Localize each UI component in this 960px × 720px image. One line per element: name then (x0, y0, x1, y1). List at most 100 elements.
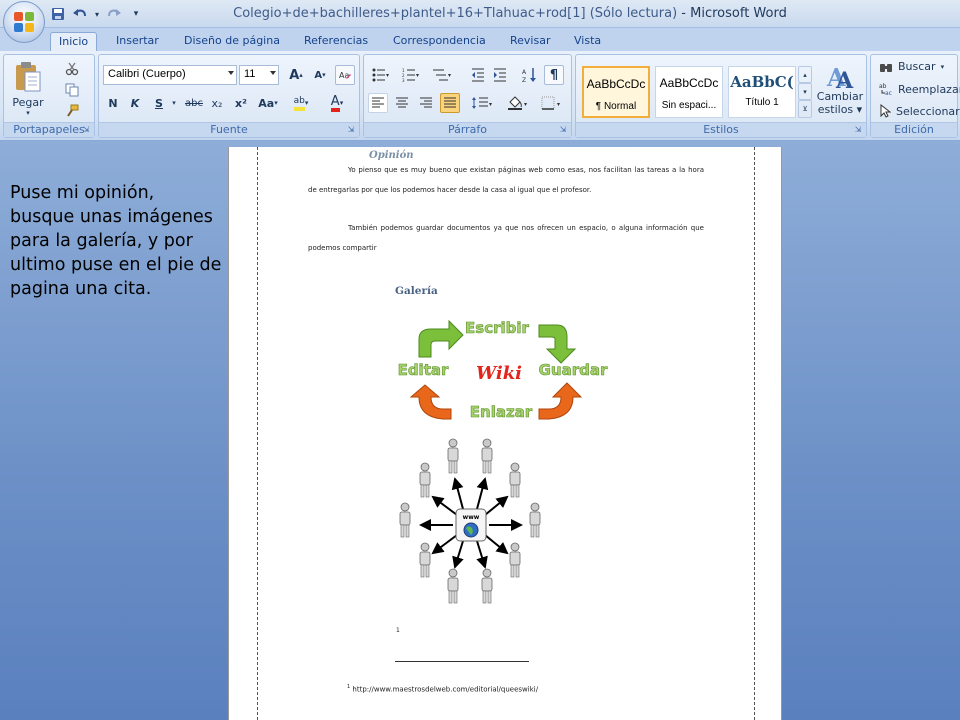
arrow-icon (418, 319, 464, 358)
strikethrough-button[interactable]: abc (183, 93, 205, 113)
paint-bucket-icon: ▾ (508, 96, 527, 110)
highlight-button[interactable]: ab ▾ (285, 93, 317, 113)
person-icon (481, 438, 493, 474)
sort-icon: AZ (522, 68, 536, 83)
tab-vista[interactable]: Vista (566, 32, 609, 52)
document-page[interactable]: Opinión Yo pienso que es muy bueno que e… (228, 147, 782, 720)
replace-button[interactable]: ab ac Reemplazar (879, 82, 960, 97)
clipboard-launcher-icon[interactable]: ⇲ (81, 125, 91, 135)
styles-more-icon[interactable]: ⊻ (798, 100, 812, 118)
binoculars-icon (880, 63, 892, 72)
cursor-icon (880, 104, 891, 118)
cycle-label-top: Escribir (465, 319, 529, 337)
change-styles-button[interactable]: AA Cambiar estilos ▾ (816, 57, 864, 121)
decrease-indent-button[interactable] (468, 65, 488, 85)
font-name-combo[interactable]: Calibri (Cuerpo) (103, 65, 237, 85)
justify-button[interactable] (440, 93, 460, 113)
svg-text:▾: ▾ (416, 72, 419, 79)
right-margin-guide (754, 147, 755, 720)
format-painter-button[interactable] (62, 101, 82, 121)
shading-button[interactable]: ▾ (504, 93, 534, 113)
align-right-button[interactable] (416, 93, 436, 113)
document-name: Colegio+de+bachilleres+plantel+16+Tlahua… (233, 6, 678, 21)
svg-text:▾: ▾ (524, 101, 527, 108)
svg-text:A: A (835, 68, 854, 90)
arrow-icon (538, 382, 583, 420)
tab-diseno-pagina[interactable]: Diseño de página (176, 32, 288, 52)
group-label-font: Fuente (99, 122, 359, 137)
style-heading-1[interactable]: AaBbC( Título 1 (728, 66, 796, 118)
numbering-button[interactable]: 1 2 3 ▾ (398, 65, 426, 85)
tab-inicio[interactable]: Inicio (50, 32, 98, 52)
style-normal[interactable]: AaBbCcDc ¶ Normal (582, 66, 650, 118)
office-logo-icon (14, 12, 35, 33)
line-spacing-button[interactable]: ▾ (468, 93, 498, 113)
find-button[interactable]: Buscar ▾ (879, 60, 944, 73)
font-color-button[interactable]: A ▾ (321, 93, 353, 113)
font-launcher-icon[interactable]: ⇲ (346, 125, 356, 135)
align-left-icon (372, 97, 384, 108)
subscript-button[interactable]: x₂ (207, 93, 227, 113)
style-name: Sin espaci... (661, 100, 717, 111)
paste-icon (16, 62, 41, 92)
tab-insertar[interactable]: Insertar (108, 32, 167, 52)
bold-button[interactable]: N (103, 93, 123, 113)
grow-font-button[interactable]: A ▴ (285, 65, 307, 85)
clear-formatting-button[interactable]: Aa (335, 65, 355, 85)
ribbon-tabs: Inicio Insertar Diseño de página Referen… (0, 28, 960, 52)
underline-dropdown-icon[interactable]: ▾ (169, 93, 179, 113)
svg-text:▾: ▾ (448, 72, 451, 79)
person-icon (447, 438, 459, 474)
bullets-button[interactable]: ▾ (368, 65, 396, 85)
group-editing: Buscar▾ abac Reemplazar Seleccionar▾ Edi… (870, 54, 960, 138)
increase-indent-icon (494, 68, 506, 82)
styles-launcher-icon[interactable]: ⇲ (853, 125, 863, 135)
increase-indent-button[interactable] (490, 65, 510, 85)
cut-button[interactable] (62, 59, 82, 79)
person-icon (509, 542, 521, 578)
tab-correspondencia[interactable]: Correspondencia (385, 32, 494, 52)
copy-button[interactable] (62, 80, 82, 100)
network-people-image: www (399, 438, 541, 604)
group-font: Calibri (Cuerpo) 11 A ▴ A ▾ Aa N K S ▾ abc… (98, 54, 360, 138)
multilevel-list-button[interactable]: ▾ (428, 65, 458, 85)
ribbon: Pegar ▾ Portapapeles ⇲ Calibri (Cuerpo) … (0, 51, 960, 141)
tab-revisar[interactable]: Revisar (502, 32, 558, 52)
font-size-combo[interactable]: 11 (239, 65, 279, 85)
cycle-label-bottom: Enlazar (470, 403, 533, 421)
align-left-button[interactable] (368, 93, 388, 113)
show-formatting-button[interactable]: ¶ (544, 65, 564, 85)
office-button[interactable] (3, 1, 45, 43)
bullets-icon: ▾ (372, 68, 389, 82)
style-sample: AaBbCcDc (586, 77, 646, 91)
select-button[interactable]: Seleccionar▾ (879, 104, 960, 118)
italic-button[interactable]: K (125, 93, 145, 113)
tab-referencias[interactable]: Referencias (296, 32, 376, 52)
arrow-icon (409, 384, 452, 420)
align-right-icon (420, 97, 432, 108)
borders-icon: ▾ (541, 96, 560, 110)
superscript-button[interactable]: x² (231, 93, 251, 113)
svg-text:A: A (522, 69, 527, 76)
styles-scroll-down-icon[interactable]: ▾ (798, 83, 812, 100)
svg-text:ac: ac (885, 90, 892, 96)
change-case-button[interactable]: Aa ▾ (255, 93, 281, 113)
paste-label: Pegar (12, 96, 44, 109)
multilevel-list-icon: ▾ (433, 69, 451, 81)
replace-icon: abac (879, 83, 892, 96)
svg-text:Z: Z (522, 77, 526, 83)
style-sample: AaBbC( (730, 73, 794, 91)
paragraph-launcher-icon[interactable]: ⇲ (558, 125, 568, 135)
styles-scroll-up-icon[interactable]: ▴ (798, 66, 812, 83)
opinion-paragraph-1: Yo pienso que es muy bueno que existan p… (308, 166, 704, 194)
sort-button[interactable]: AZ (520, 65, 540, 85)
borders-button[interactable]: ▾ (538, 93, 568, 113)
shrink-font-button[interactable]: A ▾ (309, 65, 331, 85)
font-name-dropdown-icon (228, 71, 234, 75)
align-center-button[interactable] (392, 93, 412, 113)
underline-button[interactable]: S (149, 93, 169, 113)
style-no-spacing[interactable]: AaBbCcDc Sin espaci... (655, 66, 723, 118)
paste-button[interactable]: Pegar ▾ (8, 58, 48, 120)
person-icon (529, 502, 541, 538)
group-styles: AaBbCcDc ¶ Normal AaBbCcDc Sin espaci...… (575, 54, 867, 138)
